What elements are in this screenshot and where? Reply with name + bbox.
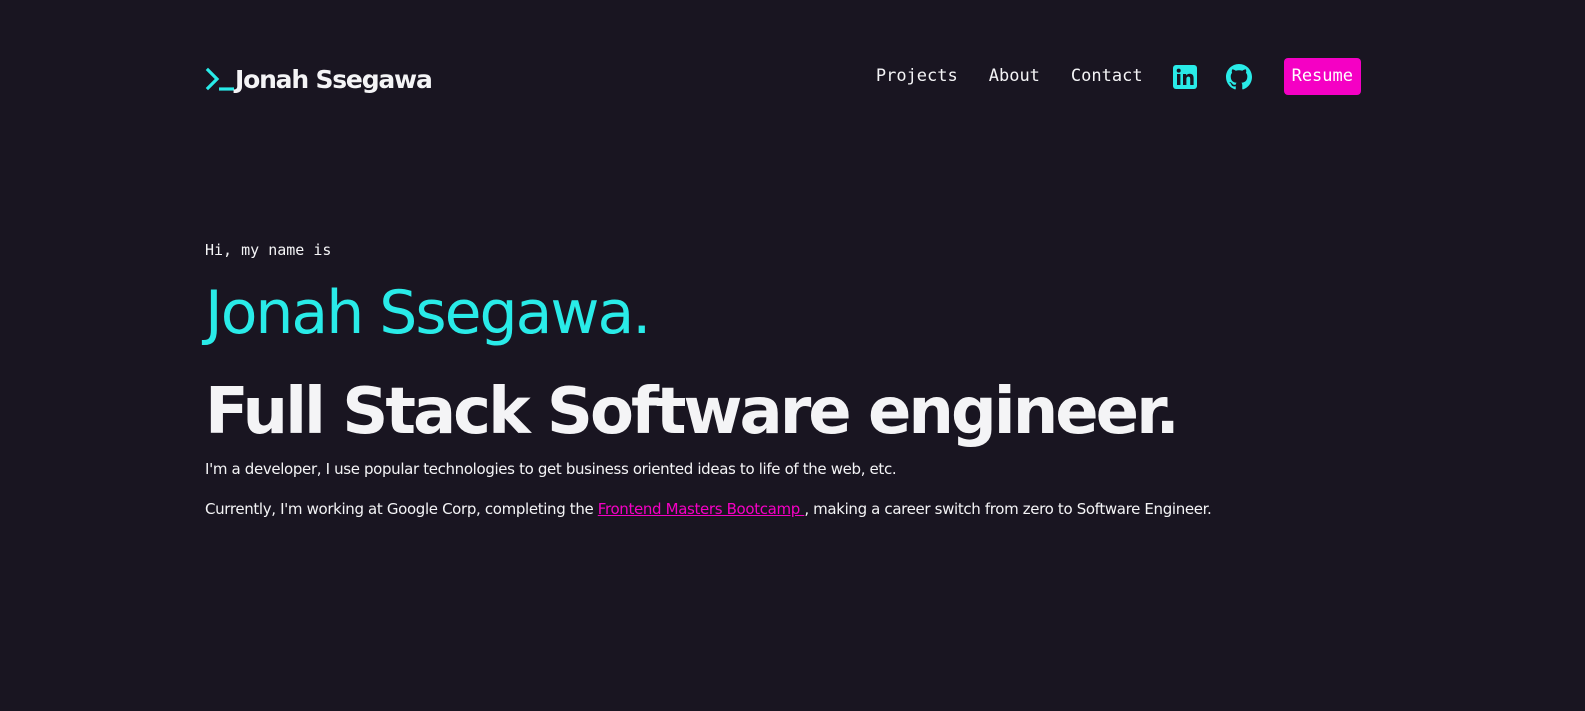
nav-about-link[interactable]: About	[989, 56, 1040, 97]
hero-current-status: Currently, I'm working at Google Corp, c…	[205, 498, 1365, 520]
logo-link[interactable]: Jonah Ssegawa	[205, 65, 433, 95]
nav-projects-link[interactable]: Projects	[876, 56, 958, 97]
site-header: Jonah Ssegawa Projects About Contact Res…	[205, 56, 1361, 100]
hero-name: Jonah Ssegawa.	[205, 278, 651, 348]
nav-contact-link[interactable]: Contact	[1071, 56, 1143, 97]
linkedin-icon[interactable]	[1172, 64, 1198, 90]
current-suffix-text: , making a career switch from zero to So…	[804, 500, 1212, 518]
main-nav: Projects About Contact Resume	[876, 56, 1361, 97]
resume-button[interactable]: Resume	[1283, 58, 1361, 95]
hero-description: I'm a developer, I use popular technolog…	[205, 460, 897, 478]
github-icon[interactable]	[1225, 63, 1252, 90]
current-prefix-text: Currently, I'm working at Google Corp, c…	[205, 500, 598, 518]
bootcamp-link[interactable]: Frontend Masters Bootcamp	[598, 500, 805, 518]
hero-section: Hi, my name is Jonah Ssegawa. Full Stack…	[205, 240, 1365, 520]
logo-text: Jonah Ssegawa	[235, 65, 433, 94]
terminal-prompt-icon	[205, 67, 235, 93]
hero-greeting: Hi, my name is	[205, 241, 332, 259]
hero-role: Full Stack Software engineer.	[205, 375, 1180, 449]
